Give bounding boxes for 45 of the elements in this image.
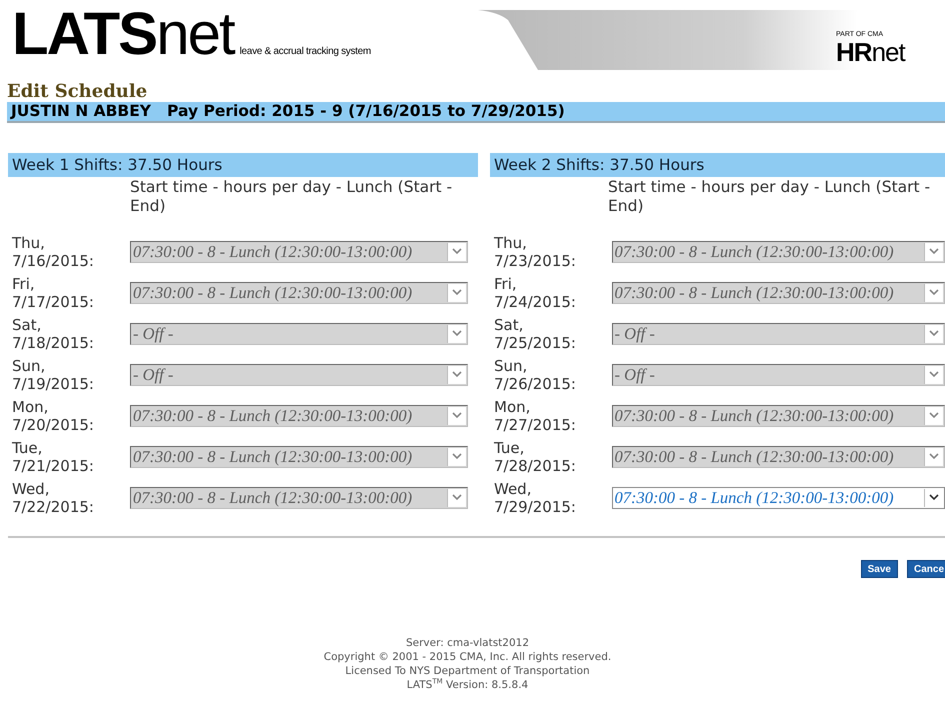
partner-logo: HRnet: [836, 39, 905, 65]
save-button[interactable]: Save: [860, 560, 898, 578]
chevron-down-icon: [452, 330, 462, 337]
day-label: Wed, 7/29/2015:: [494, 480, 577, 516]
week-header: Week 1 Shifts: 37.50 Hours: [8, 153, 478, 177]
week-header: Week 2 Shifts: 37.50 Hours: [490, 153, 945, 177]
day-label: Mon, 7/27/2015:: [494, 398, 577, 434]
day-label: Sun, 7/26/2015:: [494, 356, 577, 392]
day-label: Fri, 7/17/2015:: [12, 274, 95, 310]
logo-wordmark: LATSnet: [12, 3, 234, 65]
page-title: Edit Schedule: [6, 81, 148, 102]
day-label: Sat, 7/25/2015:: [494, 316, 577, 352]
day-label: Tue, 7/28/2015:: [494, 438, 577, 474]
employee-name: JUSTIN N ABBEY: [11, 102, 152, 120]
chevron-down-icon: [929, 412, 939, 419]
day-label: Wed, 7/22/2015:: [12, 480, 95, 516]
chevron-down-icon: [452, 248, 462, 255]
chevron-down-icon: [452, 412, 462, 419]
pay-period: Pay Period: 2015 - 9 (7/16/2015 to 7/29/2015): [167, 102, 565, 120]
day-label: Sat, 7/18/2015:: [12, 316, 95, 352]
chevron-down-icon: [452, 289, 462, 296]
chevron-down-icon: [929, 289, 939, 296]
day-label: Thu, 7/16/2015:: [12, 234, 95, 270]
shift-dropdown[interactable]: 07:30:00 - 8 - Lunch (12:30:00-13:00:00): [612, 486, 945, 508]
logo-tagline: leave & accrual tracking system: [240, 46, 371, 57]
chevron-down-icon: [452, 494, 462, 501]
day-label: Sun, 7/19/2015:: [12, 356, 95, 392]
chevron-down-icon: [452, 453, 462, 460]
chevron-down-icon: [929, 330, 939, 337]
footer-text: Licensed To NYS Department of Transportation: [345, 664, 590, 678]
day-label: Tue, 7/21/2015:: [12, 438, 95, 474]
day-label: Thu, 7/23/2015:: [494, 234, 577, 270]
footer-text: Copyright © 2001 - 2015 CMA, Inc. All rights reserved.: [324, 650, 612, 664]
cancel-button[interactable]: Cance: [906, 560, 945, 578]
column-heading: Start time - hours per day - Lunch (Start - End): [130, 178, 454, 216]
chevron-down-icon: [929, 371, 939, 378]
chevron-down-icon: [929, 494, 939, 501]
footer-text: Server: cma-vlatst2012: [406, 636, 530, 650]
column-heading: Start time - hours per day - Lunch (Start - End): [608, 178, 932, 216]
footer-text: LATS$^{TM}$ Version: 8.5.8.4: [406, 678, 528, 692]
chevron-down-icon: [929, 453, 939, 460]
day-label: Fri, 7/24/2015:: [494, 274, 577, 310]
day-label: Mon, 7/20/2015:: [12, 398, 95, 434]
chevron-down-icon: [929, 248, 939, 255]
chevron-down-icon: [452, 371, 462, 378]
